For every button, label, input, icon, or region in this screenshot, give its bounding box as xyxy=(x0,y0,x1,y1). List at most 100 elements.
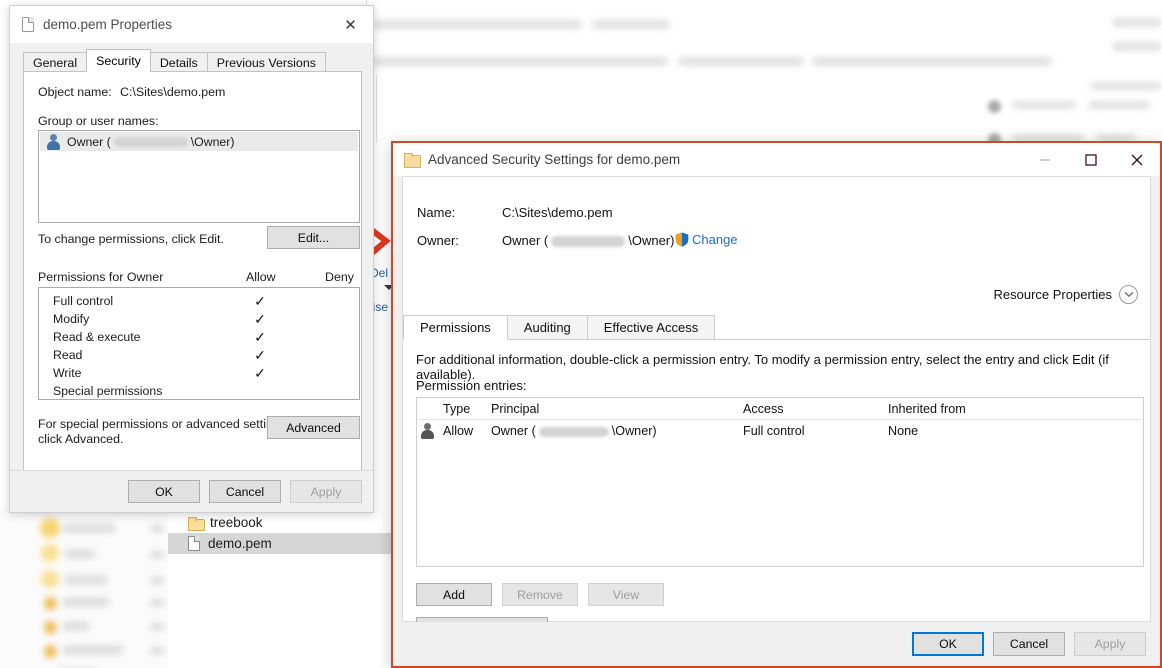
close-icon[interactable] xyxy=(1114,143,1160,176)
table-row[interactable]: Special permissions xyxy=(39,382,359,400)
name-label: Name: xyxy=(417,205,456,220)
tab-auditing[interactable]: Auditing xyxy=(506,315,588,339)
permissions-for-owner-label: Permissions for Owner xyxy=(38,270,164,284)
allow-checkmark-icon: ✓ xyxy=(254,329,266,345)
group-entry-text: Owner (\Owner) xyxy=(67,134,235,149)
entry-inherited-from: None xyxy=(888,424,919,438)
allow-column-header: Allow xyxy=(246,270,276,284)
file-list: treebook demo.pem xyxy=(168,505,398,668)
table-row[interactable]: Write ✓ xyxy=(39,364,359,382)
close-icon[interactable]: ✕ xyxy=(328,6,373,43)
tab-previous-versions[interactable]: Previous Versions xyxy=(206,52,326,72)
ok-button[interactable]: OK xyxy=(912,632,984,656)
permission-name: Full control xyxy=(53,294,114,308)
resource-properties-expander[interactable]: Resource Properties xyxy=(993,285,1138,304)
header-access[interactable]: Access xyxy=(743,402,888,416)
permission-name: Special permissions xyxy=(53,384,163,398)
folder-icon xyxy=(404,153,421,168)
chevron-down-icon[interactable] xyxy=(1119,285,1138,304)
advanced-titlebar: Advanced Security Settings for demo.pem xyxy=(393,143,1160,176)
header-inherited-from[interactable]: Inherited from xyxy=(888,402,1048,416)
deny-column-header: Deny xyxy=(325,270,354,284)
allow-checkmark-icon: ✓ xyxy=(254,311,266,327)
tab-effective-access[interactable]: Effective Access xyxy=(586,315,716,339)
advanced-tabstrip: Permissions Auditing Effective Access xyxy=(403,315,1150,340)
advanced-button[interactable]: Advanced xyxy=(267,416,360,439)
group-or-user-names-label: Group or user names: xyxy=(38,114,159,128)
permissions-list[interactable]: Full control ✓ Modify ✓ Read & execute ✓ xyxy=(38,287,360,400)
edit-button[interactable]: Edit... xyxy=(267,226,360,249)
advanced-footer: OK Cancel Apply xyxy=(393,622,1160,666)
entry-access: Full control xyxy=(743,424,805,438)
redacted-domain xyxy=(538,426,609,437)
edit-hint: To change permissions, click Edit. xyxy=(38,232,224,246)
table-header-row: Type Principal Access Inherited from xyxy=(417,398,1143,420)
cancel-button[interactable]: Cancel xyxy=(209,480,281,503)
object-name-label: Object name: xyxy=(38,85,112,99)
owner-label: Owner: xyxy=(417,233,459,248)
tab-general[interactable]: General xyxy=(23,52,88,72)
permission-name: Read xyxy=(53,348,83,362)
advanced-hint-line2: click Advanced. xyxy=(38,432,124,446)
advanced-security-settings-dialog: Advanced Security Settings for demo.pem … xyxy=(391,141,1162,668)
tab-details[interactable]: Details xyxy=(149,52,208,72)
cancel-button[interactable]: Cancel xyxy=(993,632,1065,656)
user-icon xyxy=(46,133,61,150)
remove-button: Remove xyxy=(502,583,578,606)
properties-title: demo.pem Properties xyxy=(43,17,173,32)
file-name: treebook xyxy=(210,515,263,530)
table-row[interactable]: Modify ✓ xyxy=(39,310,359,328)
tab-permissions[interactable]: Permissions xyxy=(403,315,508,340)
header-type[interactable]: Type xyxy=(443,402,491,416)
allow-checkmark-icon: ✓ xyxy=(254,365,266,381)
user-glyph-icon xyxy=(420,423,435,439)
allow-checkmark-icon: ✓ xyxy=(254,293,266,309)
table-row[interactable]: Full control ✓ xyxy=(39,292,359,310)
list-item[interactable]: demo.pem xyxy=(168,533,398,554)
change-owner-link[interactable]: Change xyxy=(675,232,738,247)
apply-button: Apply xyxy=(1074,632,1146,656)
properties-titlebar: demo.pem Properties ✕ xyxy=(10,6,373,43)
permission-entries-label: Permission entries: xyxy=(416,378,527,393)
advanced-title: Advanced Security Settings for demo.pem xyxy=(428,152,681,167)
view-button: View xyxy=(588,583,664,606)
background-sidebar xyxy=(0,508,168,668)
table-row[interactable]: Read & execute ✓ xyxy=(39,328,359,346)
object-name-value: C:\Sites\demo.pem xyxy=(120,85,226,99)
properties-footer: OK Cancel Apply xyxy=(10,470,373,512)
resource-properties-label: Resource Properties xyxy=(993,287,1113,302)
list-item[interactable]: Owner (\Owner) xyxy=(40,132,358,151)
entry-type: Allow xyxy=(443,424,474,438)
properties-tabstrip: General Security Details Previous Versio… xyxy=(23,49,326,72)
file-icon xyxy=(22,17,34,32)
header-principal[interactable]: Principal xyxy=(491,402,743,416)
permission-name: Write xyxy=(53,366,82,380)
minimize-icon[interactable] xyxy=(1022,143,1068,176)
file-name: demo.pem xyxy=(208,536,272,551)
add-button[interactable]: Add xyxy=(416,583,492,606)
permission-name: Read & execute xyxy=(53,330,141,344)
screen: treebook demo.pem Del nise demo.pem Prop… xyxy=(0,0,1162,668)
ok-button[interactable]: OK xyxy=(128,480,200,503)
tab-security[interactable]: Security xyxy=(86,49,151,72)
folder-icon xyxy=(188,516,205,531)
window-controls xyxy=(1022,143,1160,176)
user-icon xyxy=(417,423,443,439)
entry-principal: Owner (\Owner) xyxy=(491,424,657,438)
properties-dialog: demo.pem Properties ✕ General Security D… xyxy=(9,5,374,513)
advanced-body: Name: C:\Sites\demo.pem Owner: Owner (\O… xyxy=(402,176,1151,640)
security-tab-panel: Object name: C:\Sites\demo.pem Group or … xyxy=(23,71,362,472)
list-item[interactable]: treebook xyxy=(168,512,398,533)
table-row[interactable]: Read ✓ xyxy=(39,346,359,364)
table-row[interactable]: Allow Owner (\Owner) Full control None xyxy=(417,420,1143,442)
allow-checkmark-icon: ✓ xyxy=(254,347,266,363)
name-value: C:\Sites\demo.pem xyxy=(502,205,613,220)
permission-entries-table[interactable]: Type Principal Access Inherited from All… xyxy=(416,397,1144,567)
advanced-hint-line1: For special permissions or advanced sett… xyxy=(38,417,290,431)
apply-button: Apply xyxy=(290,480,362,503)
owner-value: Owner (\Owner) xyxy=(502,233,675,248)
group-or-user-names-list[interactable]: Owner (\Owner) xyxy=(38,130,360,223)
maximize-icon[interactable] xyxy=(1068,143,1114,176)
shield-icon xyxy=(675,232,689,247)
permission-name: Modify xyxy=(53,312,90,326)
